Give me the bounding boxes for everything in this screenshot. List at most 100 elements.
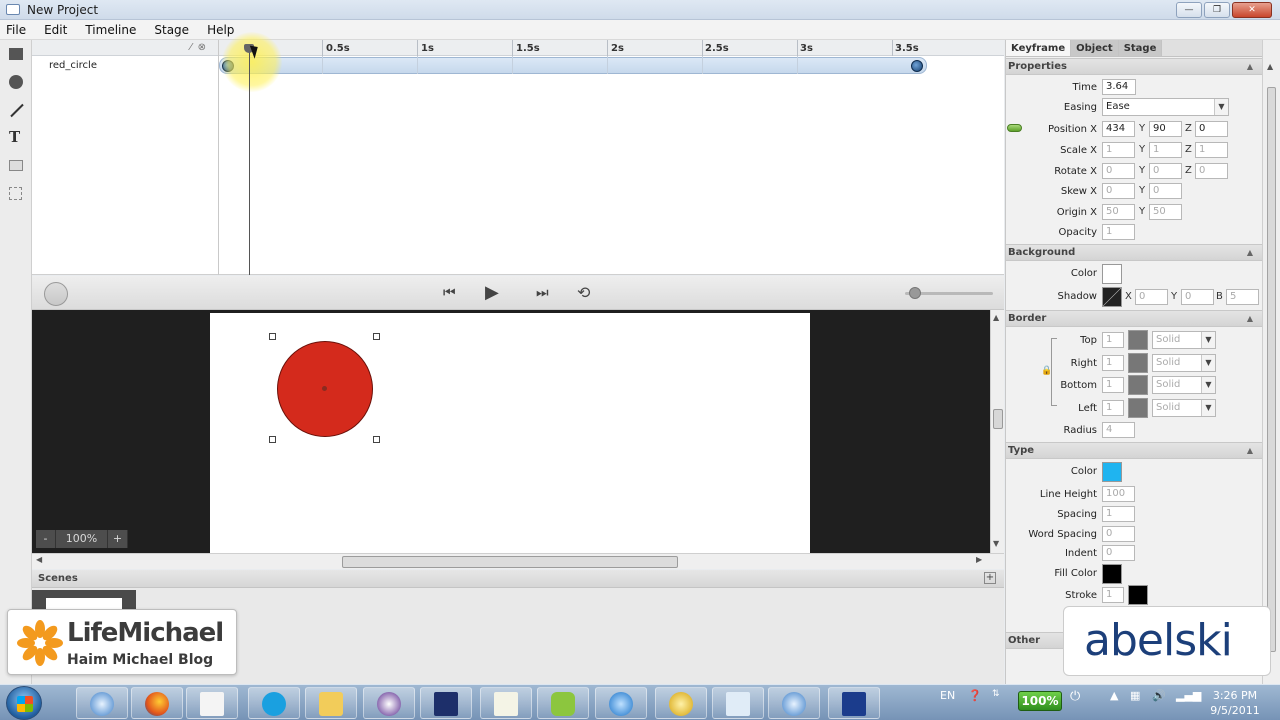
border-left-color[interactable] (1128, 398, 1148, 418)
system-clock[interactable]: 3:26 PM 9/5/2011 (1200, 688, 1270, 718)
radius-field[interactable]: 4 (1102, 422, 1135, 438)
scroll-thumb[interactable] (1267, 87, 1276, 652)
menu-timeline[interactable]: Timeline (85, 23, 136, 37)
resize-handle[interactable] (269, 333, 276, 340)
resize-handle[interactable] (269, 436, 276, 443)
origin-y-field[interactable]: 50 (1149, 204, 1182, 220)
bg-color-swatch[interactable] (1102, 264, 1122, 284)
fill-color-swatch[interactable] (1102, 564, 1122, 584)
taskbar-explorer[interactable] (305, 687, 357, 719)
zoom-in-button[interactable]: + (108, 530, 128, 548)
scroll-thumb[interactable] (993, 409, 1003, 429)
stage-vertical-scrollbar[interactable]: ▲ ▼ (990, 310, 1004, 553)
start-button[interactable] (6, 686, 42, 720)
skip-back-icon[interactable]: ⏮ (443, 285, 456, 301)
scroll-up-icon[interactable]: ▲ (993, 313, 999, 322)
taskbar-safari[interactable] (76, 687, 128, 719)
shadow-y-field[interactable]: 0 (1181, 289, 1214, 305)
close-button[interactable]: ✕ (1232, 2, 1272, 18)
layer-visibility-icon[interactable]: ⁄⊗ (190, 42, 212, 53)
add-scene-button[interactable]: + (984, 572, 996, 584)
selection-tool-icon[interactable] (9, 187, 22, 200)
tab-keyframe[interactable]: Keyframe (1006, 40, 1072, 56)
shadow-x-field[interactable]: 0 (1135, 289, 1168, 305)
resize-handle[interactable] (373, 333, 380, 340)
minimize-button[interactable]: — (1176, 2, 1202, 18)
chevron-down-icon[interactable]: ▼ (1201, 400, 1215, 416)
type-header[interactable]: Type ▲ (1006, 442, 1263, 459)
taskbar-notepad[interactable] (480, 687, 532, 719)
inspector-scrollbar[interactable]: ▲ (1262, 40, 1280, 684)
taskbar-pdf[interactable] (186, 687, 238, 719)
rectangle-tool-icon[interactable] (9, 48, 23, 60)
border-left-width[interactable]: 1 (1102, 400, 1124, 416)
animation-track[interactable] (219, 57, 927, 74)
opacity-field[interactable]: 1 (1102, 224, 1135, 240)
scroll-down-icon[interactable]: ▼ (993, 539, 999, 548)
spacing-field[interactable]: 1 (1102, 506, 1135, 522)
scale-x-field[interactable]: 1 (1102, 142, 1135, 158)
position-z-field[interactable]: 0 (1195, 121, 1228, 137)
collapse-icon[interactable]: ▲ (1247, 62, 1253, 71)
scale-z-field[interactable]: 1 (1195, 142, 1228, 158)
border-right-color[interactable] (1128, 353, 1148, 373)
taskbar-cards[interactable] (712, 687, 764, 719)
taskbar-media[interactable] (420, 687, 472, 719)
network-icon[interactable]: ▦ (1130, 689, 1140, 702)
taskbar-firefox[interactable] (131, 687, 183, 719)
origin-x-field[interactable]: 50 (1102, 204, 1135, 220)
scroll-left-icon[interactable]: ◀ (36, 555, 42, 564)
border-top-color[interactable] (1128, 330, 1148, 350)
border-bottom-width[interactable]: 1 (1102, 377, 1124, 393)
chevron-down-icon[interactable]: ▼ (1201, 355, 1215, 371)
play-icon[interactable]: ▶ (485, 282, 499, 303)
taskbar-skype[interactable] (248, 687, 300, 719)
taskbar-app-p[interactable] (363, 687, 415, 719)
image-tool-icon[interactable] (9, 160, 23, 171)
skew-y-field[interactable]: 0 (1149, 183, 1182, 199)
timeline-zoom-knob[interactable] (909, 287, 921, 299)
stage-horizontal-scrollbar[interactable]: ◀ ▶ (32, 553, 1004, 569)
chevron-down-icon[interactable]: ▼ (1201, 377, 1215, 393)
easing-select[interactable]: Ease ▼ (1102, 98, 1229, 116)
position-y-field[interactable]: 90 (1149, 121, 1182, 137)
tab-object[interactable]: Object (1071, 40, 1119, 56)
scale-y-field[interactable]: 1 (1149, 142, 1182, 158)
menu-help[interactable]: Help (207, 23, 234, 37)
text-tool-icon[interactable]: T (9, 128, 25, 146)
pen-tool-icon[interactable] (10, 103, 24, 118)
signal-icon[interactable]: ▂▄▆ (1176, 689, 1201, 702)
help-icon[interactable]: ❓ (968, 689, 982, 702)
zoom-out-button[interactable]: - (36, 530, 56, 548)
show-hidden-icons[interactable]: ▲ (1110, 689, 1118, 702)
skip-forward-icon[interactable]: ⏭ (536, 285, 549, 301)
resize-handle[interactable] (373, 436, 380, 443)
ellipse-tool-icon[interactable] (9, 75, 23, 89)
taskbar-android[interactable] (537, 687, 589, 719)
maximize-button[interactable]: ❐ (1204, 2, 1230, 18)
line-height-field[interactable]: 100 (1102, 486, 1135, 502)
taskbar-safari2[interactable] (768, 687, 820, 719)
record-button[interactable] (44, 282, 68, 306)
border-right-width[interactable]: 1 (1102, 355, 1124, 371)
tab-stage[interactable]: Stage (1118, 40, 1163, 56)
scroll-thumb[interactable] (342, 556, 678, 568)
playhead[interactable] (249, 44, 250, 275)
power-plug-icon[interactable]: ⏻ (1070, 689, 1080, 704)
border-top-width[interactable]: 1 (1102, 332, 1124, 348)
taskbar-ie[interactable] (595, 687, 647, 719)
collapse-icon[interactable]: ▲ (1247, 314, 1253, 323)
menu-file[interactable]: File (6, 23, 26, 37)
menu-edit[interactable]: Edit (44, 23, 67, 37)
scroll-up-icon[interactable]: ▲ (1267, 62, 1273, 71)
properties-header[interactable]: Properties ▲ (1006, 58, 1263, 75)
collapse-icon[interactable]: ▲ (1247, 248, 1253, 257)
shadow-color-swatch[interactable] (1102, 287, 1122, 307)
collapse-icon[interactable]: ▲ (1247, 446, 1253, 455)
layer-name[interactable]: red_circle (49, 60, 97, 71)
keyframe-end[interactable] (911, 60, 923, 72)
type-color-swatch[interactable] (1102, 462, 1122, 482)
border-top-style[interactable]: Solid ▼ (1152, 331, 1216, 349)
menu-stage[interactable]: Stage (154, 23, 189, 37)
stage-canvas[interactable] (210, 313, 810, 553)
